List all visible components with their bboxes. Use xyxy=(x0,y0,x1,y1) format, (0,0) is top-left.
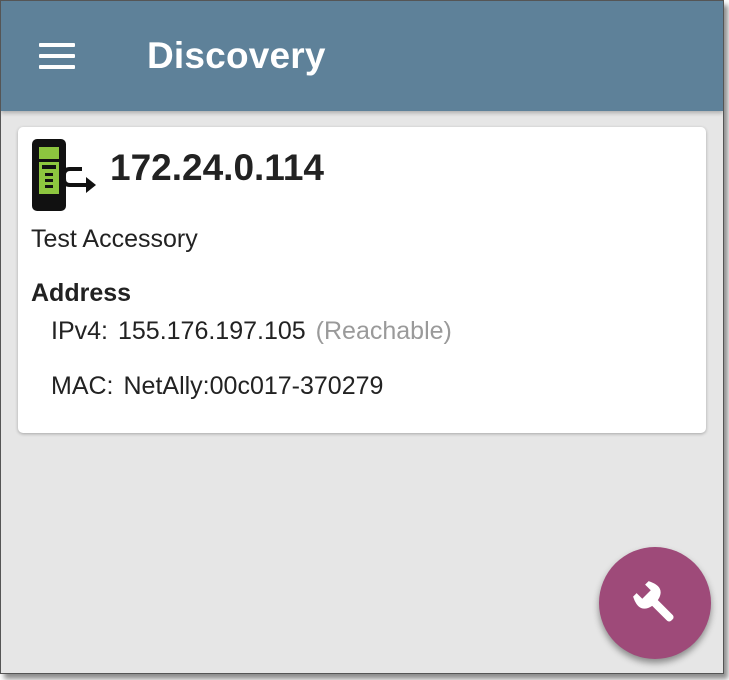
app-window: Discovery 172.24.0.114 Test Accessory Ad… xyxy=(0,0,724,674)
device-type: Test Accessory xyxy=(31,225,198,253)
page-title: Discovery xyxy=(147,35,326,76)
menu-line xyxy=(39,54,75,58)
app-bar: Discovery xyxy=(1,1,723,111)
menu-line xyxy=(39,65,75,69)
mac-label: MAC: xyxy=(51,372,114,400)
device-card[interactable]: 172.24.0.114 Test Accessory Address IPv4… xyxy=(18,127,706,433)
test-accessory-device-icon xyxy=(30,137,102,213)
address-heading: Address xyxy=(31,279,132,307)
ipv4-row: IPv4: 155.176.197.105 (Reachable) xyxy=(51,317,452,346)
ipv4-label: IPv4: xyxy=(51,317,108,345)
mac-row: MAC: NetAlly:00c017-370279 xyxy=(51,372,383,401)
wrench-icon xyxy=(633,581,674,622)
menu-line xyxy=(39,43,75,47)
device-ip-address: 172.24.0.114 xyxy=(110,147,324,188)
hamburger-menu-icon[interactable] xyxy=(33,35,83,77)
ipv4-value: 155.176.197.105 xyxy=(117,317,306,345)
ipv4-status: (Reachable) xyxy=(315,317,452,345)
tools-fab-button[interactable] xyxy=(599,547,711,659)
mac-value: NetAlly:00c017-370279 xyxy=(123,372,384,400)
